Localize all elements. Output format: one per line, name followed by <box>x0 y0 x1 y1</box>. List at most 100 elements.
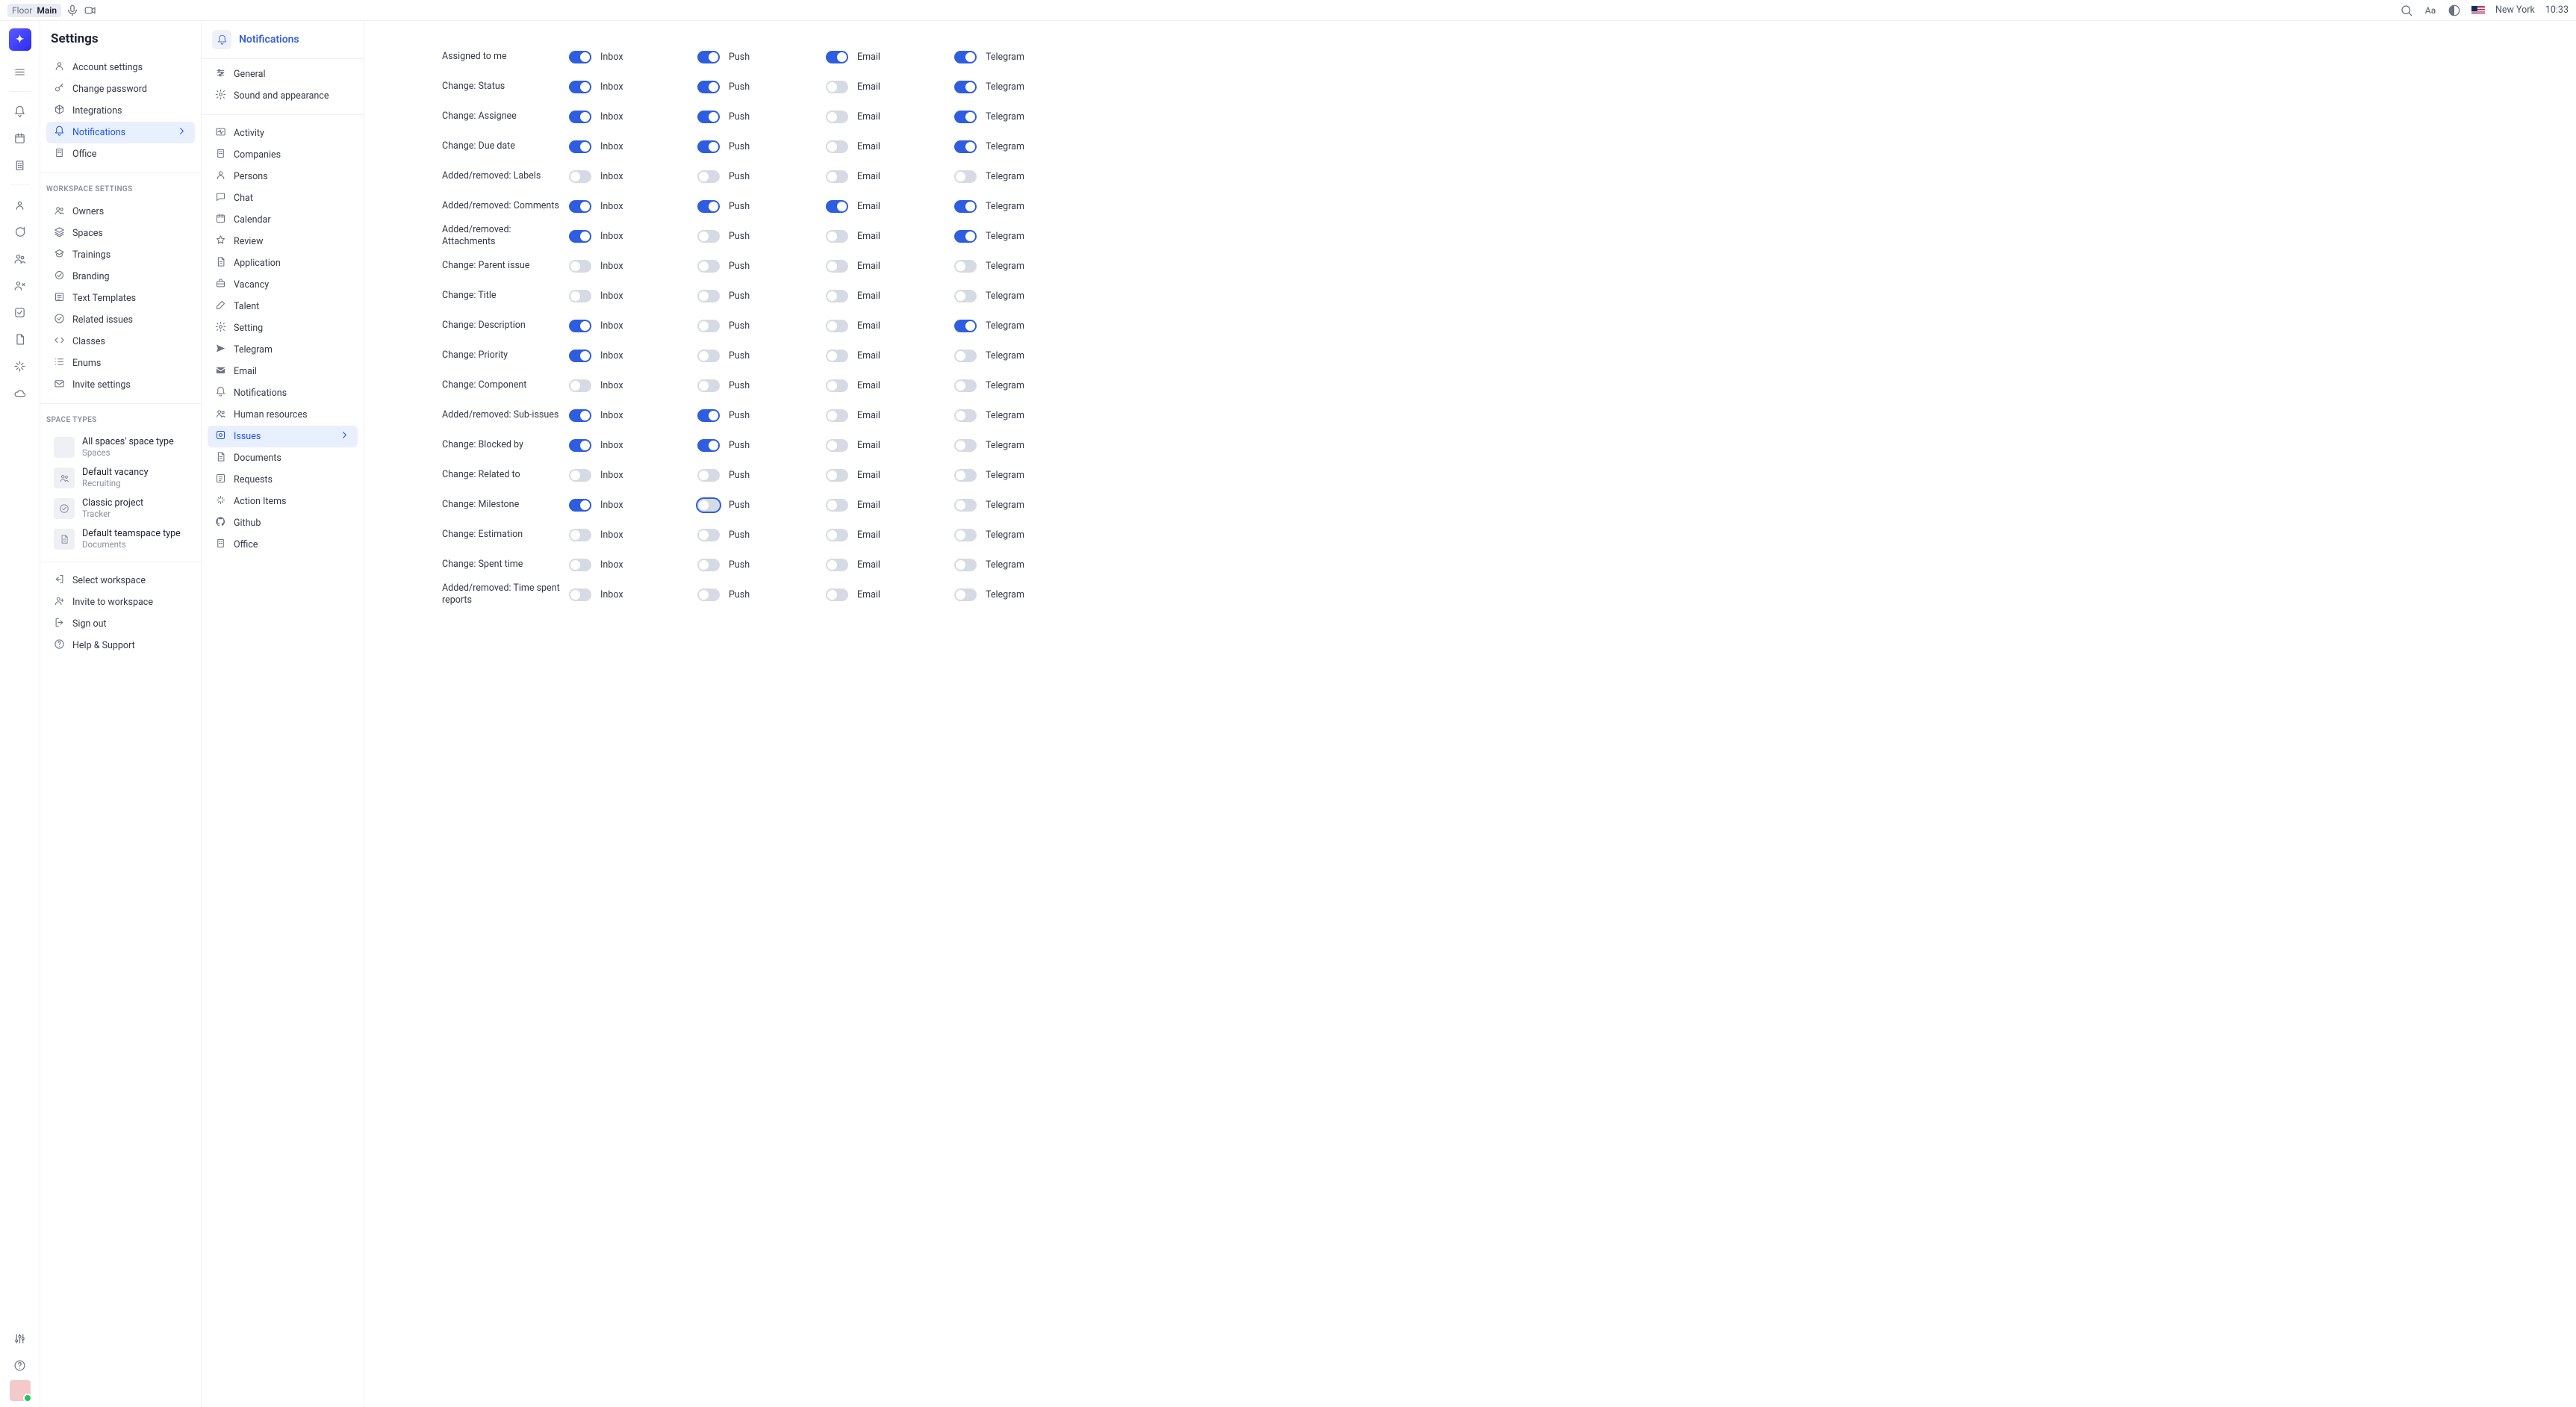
toggle-push[interactable] <box>697 559 720 571</box>
toggle-telegram[interactable] <box>954 260 977 273</box>
space-type-item[interactable]: Default teamspace typeDocuments <box>46 524 195 554</box>
toggle-push[interactable] <box>697 439 720 452</box>
toggle-inbox[interactable] <box>569 499 591 512</box>
toggle-email[interactable] <box>826 439 848 452</box>
theme-icon[interactable] <box>2448 4 2461 17</box>
toggle-push[interactable] <box>697 290 720 302</box>
floor-chip[interactable]: Floor Main <box>7 4 61 17</box>
rail-bell-icon[interactable] <box>8 99 32 123</box>
toggle-push[interactable] <box>697 81 720 93</box>
toggle-inbox[interactable] <box>569 588 591 601</box>
toggle-telegram[interactable] <box>954 200 977 213</box>
toggle-inbox[interactable] <box>569 379 591 392</box>
rail-hr-icon[interactable] <box>8 246 32 270</box>
rail-calendar-icon[interactable] <box>8 126 32 150</box>
toggle-inbox[interactable] <box>569 260 591 273</box>
toggle-email[interactable] <box>826 290 848 302</box>
subnav-item-email[interactable]: Email <box>208 361 358 382</box>
toggle-email[interactable] <box>826 469 848 482</box>
subnav-item-vacancy[interactable]: Vacancy <box>208 274 358 296</box>
subnav-item-github[interactable]: Github <box>208 512 358 534</box>
sidebar-item-spaces[interactable]: Spaces <box>46 223 195 244</box>
toggle-telegram[interactable] <box>954 499 977 512</box>
toggle-email[interactable] <box>826 140 848 153</box>
toggle-telegram[interactable] <box>954 439 977 452</box>
mic-icon[interactable] <box>66 4 79 17</box>
sidebar-item-related-issues[interactable]: Related issues <box>46 309 195 331</box>
flag-icon[interactable] <box>2471 6 2485 15</box>
toggle-inbox[interactable] <box>569 409 591 422</box>
video-icon[interactable] <box>84 4 97 17</box>
rail-contact-icon[interactable] <box>8 193 32 217</box>
toggle-telegram[interactable] <box>954 290 977 302</box>
sidebar-item-change-password[interactable]: Change password <box>46 78 195 100</box>
subnav-item-calendar[interactable]: Calendar <box>208 209 358 231</box>
space-type-item[interactable]: All spaces' space typeSpaces <box>46 432 195 462</box>
toggle-push[interactable] <box>697 379 720 392</box>
rail-chat-icon[interactable] <box>8 220 32 243</box>
toggle-push[interactable] <box>697 260 720 273</box>
toggle-telegram[interactable] <box>954 140 977 153</box>
rail-recruit-icon[interactable] <box>8 273 32 297</box>
subnav-item-talent[interactable]: Talent <box>208 296 358 317</box>
toggle-inbox[interactable] <box>569 529 591 541</box>
toggle-push[interactable] <box>697 409 720 422</box>
sidebar-item-branding[interactable]: Branding <box>46 266 195 288</box>
toggle-push[interactable] <box>697 200 720 213</box>
font-size-icon[interactable]: Aa <box>2424 4 2437 17</box>
user-avatar[interactable] <box>10 1380 31 1401</box>
sidebar-item-classes[interactable]: Classes <box>46 331 195 352</box>
toggle-inbox[interactable] <box>569 559 591 571</box>
sidebar-item-enums[interactable]: Enums <box>46 352 195 374</box>
toggle-inbox[interactable] <box>569 111 591 123</box>
subnav-item-setting[interactable]: Setting <box>208 317 358 339</box>
toggle-email[interactable] <box>826 51 848 63</box>
sidebar-item-integrations[interactable]: Integrations <box>46 100 195 122</box>
app-logo[interactable]: ✦ <box>9 28 31 51</box>
rail-tracker-icon[interactable] <box>8 300 32 324</box>
subnav-item-telegram[interactable]: Telegram <box>208 339 358 361</box>
subnav-item-chat[interactable]: Chat <box>208 187 358 209</box>
toggle-push[interactable] <box>697 469 720 482</box>
toggle-inbox[interactable] <box>569 290 591 302</box>
rail-help-icon[interactable] <box>8 1353 32 1377</box>
sidebar-item-sign-out[interactable]: Sign out <box>46 613 195 635</box>
toggle-inbox[interactable] <box>569 81 591 93</box>
toggle-inbox[interactable] <box>569 350 591 362</box>
toggle-push[interactable] <box>697 51 720 63</box>
toggle-push[interactable] <box>697 111 720 123</box>
toggle-email[interactable] <box>826 409 848 422</box>
toggle-telegram[interactable] <box>954 350 977 362</box>
sidebar-item-owners[interactable]: Owners <box>46 201 195 223</box>
subnav-item-activity[interactable]: Activity <box>208 122 358 144</box>
toggle-inbox[interactable] <box>569 320 591 332</box>
subnav-item-review[interactable]: Review <box>208 231 358 252</box>
rail-building-icon[interactable] <box>8 153 32 177</box>
toggle-telegram[interactable] <box>954 51 977 63</box>
search-icon[interactable] <box>2400 4 2413 17</box>
rail-tune-icon[interactable] <box>8 1326 32 1350</box>
space-type-item[interactable]: Default vacancyRecruiting <box>46 462 195 493</box>
toggle-telegram[interactable] <box>954 320 977 332</box>
toggle-push[interactable] <box>697 320 720 332</box>
rail-cloud-icon[interactable] <box>8 381 32 405</box>
sidebar-item-select-workspace[interactable]: Select workspace <box>46 570 195 591</box>
toggle-email[interactable] <box>826 111 848 123</box>
space-type-item[interactable]: Classic projectTracker <box>46 493 195 524</box>
toggle-inbox[interactable] <box>569 51 591 63</box>
toggle-email[interactable] <box>826 350 848 362</box>
rail-menu-icon[interactable] <box>8 60 32 84</box>
toggle-inbox[interactable] <box>569 140 591 153</box>
toggle-telegram[interactable] <box>954 230 977 243</box>
toggle-telegram[interactable] <box>954 469 977 482</box>
subnav-item-general[interactable]: General <box>208 63 358 85</box>
toggle-email[interactable] <box>826 379 848 392</box>
toggle-email[interactable] <box>826 81 848 93</box>
subnav-item-requests[interactable]: Requests <box>208 469 358 491</box>
toggle-email[interactable] <box>826 260 848 273</box>
sidebar-item-invite-settings[interactable]: Invite settings <box>46 374 195 396</box>
sidebar-item-account-settings[interactable]: Account settings <box>46 57 195 78</box>
toggle-push[interactable] <box>697 170 720 183</box>
subnav-item-action-items[interactable]: Action Items <box>208 491 358 512</box>
toggle-push[interactable] <box>697 140 720 153</box>
